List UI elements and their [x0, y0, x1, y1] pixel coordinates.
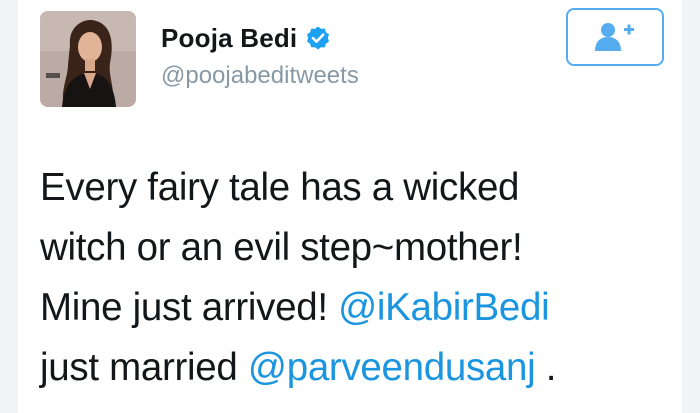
tweet-card: Pooja Bedi @poojabeditweets Every fairy …	[18, 0, 682, 413]
tweet-line-1: Every fairy tale has a wicked	[40, 166, 520, 209]
display-name[interactable]: Pooja Bedi	[161, 23, 297, 54]
tweet-line-2: witch or an evil step~mother!	[40, 226, 523, 269]
tweet-line-3-text: Mine just arrived!	[40, 286, 339, 329]
tweet-text: Every fairy tale has a wicked witch or a…	[40, 158, 670, 398]
user-handle[interactable]: @poojabeditweets	[161, 62, 359, 90]
mention-link-ikabirbedi[interactable]: @iKabirBedi	[338, 286, 550, 329]
follow-button[interactable]	[566, 8, 664, 66]
verified-badge-icon	[305, 25, 331, 51]
profile-photo-icon	[40, 11, 136, 107]
follow-user-plus-icon	[595, 23, 634, 51]
mention-link-parveendusanj[interactable]: @parveendusanj	[248, 346, 536, 389]
avatar[interactable]	[40, 11, 136, 107]
tweet-line-4: just married @parveendusanj .	[40, 338, 670, 398]
tweet-line-4-end: .	[535, 346, 557, 389]
tweet-line-3: Mine just arrived! @iKabirBedi	[40, 278, 670, 338]
display-name-row: Pooja Bedi	[161, 20, 331, 56]
tweet-line-4-text: just married	[40, 346, 248, 389]
